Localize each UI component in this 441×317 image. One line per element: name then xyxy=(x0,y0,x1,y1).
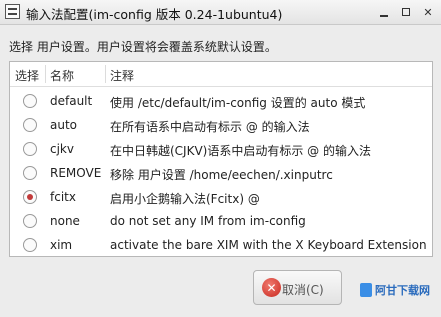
radio-button[interactable] xyxy=(23,118,37,132)
cancel-label: 取消(C) xyxy=(282,283,324,297)
list-item-remove[interactable]: REMOVE 移除 用户设置 /home/eechen/.xinputrc xyxy=(10,161,432,185)
watermark-text: 阿甘下载网 xyxy=(375,284,430,297)
list-item-none[interactable]: none do not set any IM from im-config xyxy=(10,209,432,233)
im-name: none xyxy=(50,214,80,228)
close-button[interactable]: ✕ xyxy=(420,4,436,20)
title-bar: 输入法配置(im-config 版本 0.24-1ubuntu4) ✕ xyxy=(0,0,441,25)
list-item-default[interactable]: default 使用 /etc/default/im-config 设置的 au… xyxy=(10,89,432,113)
im-name: default xyxy=(50,94,93,108)
column-divider xyxy=(45,65,46,83)
im-name: REMOVE xyxy=(50,166,102,180)
im-description: do not set any IM from im-config xyxy=(110,214,306,228)
im-description: 在所有语系中启动有标示 @ 的输入法 xyxy=(110,120,310,134)
list-item-xim[interactable]: xim activate the bare XIM with the X Key… xyxy=(10,233,432,256)
cancel-button[interactable]: ✕ 取消(C) xyxy=(253,270,342,305)
radio-button[interactable] xyxy=(23,142,37,156)
minimize-icon xyxy=(380,15,388,17)
column-divider xyxy=(105,65,106,83)
app-icon xyxy=(5,4,20,19)
column-header-note[interactable]: 注释 xyxy=(110,67,134,84)
im-description: activate the bare XIM with the X Keyboar… xyxy=(110,238,427,252)
radio-button-selected[interactable] xyxy=(23,190,37,204)
column-header-select[interactable]: 选择 xyxy=(15,67,39,84)
watermark-icon xyxy=(360,283,372,297)
im-name: xim xyxy=(50,238,73,252)
instruction-text: 选择 用户设置。用户设置将会覆盖系统默认设置。 xyxy=(9,40,277,54)
minimize-button[interactable] xyxy=(376,4,392,20)
close-icon: ✕ xyxy=(423,5,433,19)
im-name: fcitx xyxy=(50,190,76,204)
radio-button[interactable] xyxy=(23,166,37,180)
list-item-auto[interactable]: auto 在所有语系中启动有标示 @ 的输入法 xyxy=(10,113,432,137)
im-name: auto xyxy=(50,118,78,132)
column-header-name[interactable]: 名称 xyxy=(50,67,74,84)
radio-button[interactable] xyxy=(23,214,37,228)
cancel-icon: ✕ xyxy=(262,278,281,297)
im-list: 选择 名称 注释 default 使用 /etc/default/im-conf… xyxy=(9,61,433,257)
radio-button[interactable] xyxy=(23,94,37,108)
maximize-button[interactable] xyxy=(398,4,414,20)
im-name: cjkv xyxy=(50,142,74,156)
im-description: 启用小企鹅输入法(Fcitx) @ xyxy=(110,192,260,206)
watermark-logo: 阿甘下载网 xyxy=(360,275,430,305)
list-item-fcitx[interactable]: fcitx 启用小企鹅输入法(Fcitx) @ xyxy=(10,185,432,209)
im-description: 在中日韩越(CJKV)语系中启动有标示 @ 的输入法 xyxy=(110,144,371,158)
window-title: 输入法配置(im-config 版本 0.24-1ubuntu4) xyxy=(26,7,283,22)
list-header: 选择 名称 注释 xyxy=(10,62,432,87)
radio-button[interactable] xyxy=(23,238,37,252)
im-description: 使用 /etc/default/im-config 设置的 auto 模式 xyxy=(110,96,366,110)
im-description: 移除 用户设置 /home/eechen/.xinputrc xyxy=(110,168,333,182)
maximize-icon xyxy=(402,8,410,16)
list-item-cjkv[interactable]: cjkv 在中日韩越(CJKV)语系中启动有标示 @ 的输入法 xyxy=(10,137,432,161)
